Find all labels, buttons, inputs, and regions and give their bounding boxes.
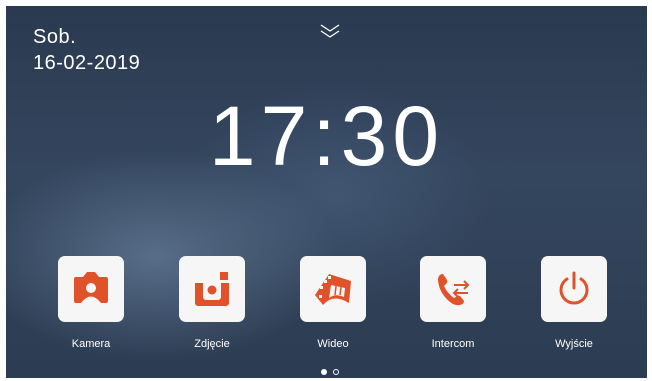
camera-button[interactable] [58,256,124,322]
app-intercom[interactable]: Intercom [413,256,493,350]
date-label: 16-02-2019 [33,52,141,74]
exit-button[interactable] [541,256,607,322]
app-video[interactable]: Wideo [293,256,373,350]
page-dot-2[interactable] [333,369,339,375]
video-button[interactable] [300,256,366,322]
intercom-icon [438,274,470,306]
intercom-button[interactable] [420,256,486,322]
app-camera[interactable]: Kamera [51,256,131,350]
intercom-label: Intercom [431,338,475,350]
exit-label: Wyjście [555,338,593,350]
app-photo[interactable]: Zdjęcie [172,256,252,350]
page-dot-1[interactable] [321,369,327,375]
camera-label: Kamera [71,338,111,350]
page-indicator [321,369,339,375]
photo-icon [195,272,229,306]
clock-time: 17:30 [208,89,445,183]
film-icon [315,274,351,305]
home-screen: Sob. 16-02-2019 17:30 Kamera Zdjęcie Wid… [6,6,647,378]
chevron-down-icon[interactable] [318,22,342,40]
camera-icon [74,272,108,303]
day-of-week: Sob. [33,26,77,48]
app-exit[interactable]: Wyjście [534,256,614,350]
photo-button[interactable] [179,256,245,322]
video-label: Wideo [317,338,349,350]
photo-label: Zdjęcie [194,338,230,350]
power-icon [559,271,589,305]
